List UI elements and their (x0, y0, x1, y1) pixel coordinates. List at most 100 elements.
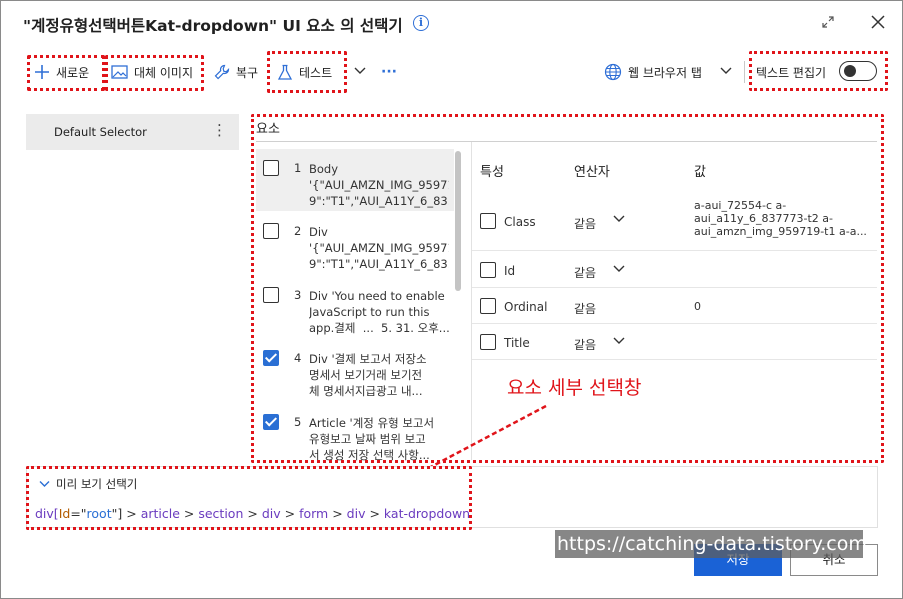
alt-image-button[interactable]: 대체 이미지 (111, 53, 193, 91)
elements-title: 요소 (256, 122, 280, 137)
element-text: Body '{"AUI_AMZN_IMG_95971 9":"T1","AUI_… (309, 162, 449, 208)
new-button[interactable]: 새로운 (34, 53, 89, 91)
property-row: Class 같음 a-aui_72554-c a- aui_a11y_6_837… (472, 191, 877, 251)
info-icon[interactable]: i (413, 15, 429, 31)
element-text: Div '결제 보고서 저장소 명세서 보기거래 보기전 체 명세서지급광고 내… (309, 352, 427, 398)
element-list-item[interactable]: 1 Body '{"AUI_AMZN_IMG_95971 9":"T1","AU… (256, 149, 454, 211)
attribute-column-header: 특성 (480, 165, 504, 180)
alt-image-label: 대체 이미지 (134, 65, 194, 80)
toggle-knob (844, 65, 856, 77)
chevron-down-icon[interactable] (612, 335, 626, 349)
path-segment: form (299, 506, 329, 521)
element-text: Div 'You need to enable JavaScript to ru… (309, 289, 449, 335)
toolbar: 새로운 대체 이미지 복구 테스트 ··· 웹 브라우저 탭 텍스트 편집기 (1, 53, 902, 91)
property-checkbox[interactable] (480, 213, 496, 229)
path-segment: kat-dropdown (383, 506, 471, 521)
title-bar: "계정유형선택버튼Kat-dropdown" UI 요소 의 선택기 i (1, 1, 902, 47)
property-name: Title (504, 336, 530, 350)
element-checkbox[interactable] (263, 350, 279, 366)
text-editor-label: 텍스트 편집기 (756, 65, 827, 80)
preview-header[interactable]: 미리 보기 선택기 (39, 476, 137, 492)
chevron-down-icon[interactable] (612, 263, 626, 277)
property-checkbox[interactable] (480, 262, 496, 278)
property-name: Id (504, 264, 516, 278)
path-separator: > (332, 506, 347, 521)
element-number: 3 (294, 288, 302, 302)
path-root-tag: div[ (35, 506, 59, 521)
repair-button[interactable]: 복구 (214, 53, 258, 91)
path-attr-eq: =" (70, 506, 87, 521)
element-checkbox[interactable] (263, 287, 279, 303)
test-dropdown-button[interactable] (353, 53, 367, 91)
element-number: 1 (294, 161, 302, 175)
property-checkbox[interactable] (480, 298, 496, 314)
element-number: 2 (294, 224, 302, 238)
value-column-header: 값 (694, 165, 706, 180)
annotation-label: 요소 세부 선택창 (507, 377, 642, 399)
preview-header-label: 미리 보기 선택기 (56, 477, 138, 491)
section-divider (256, 141, 877, 142)
test-label: 테스트 (299, 65, 333, 80)
element-number: 4 (294, 351, 302, 365)
flask-icon (277, 64, 293, 81)
dialog-title: "계정유형선택버튼Kat-dropdown" UI 요소 의 선택기 (23, 17, 403, 35)
path-segment: article (140, 506, 180, 521)
property-checkbox[interactable] (480, 334, 496, 350)
more-vertical-icon[interactable]: ⋮ (212, 121, 227, 139)
property-name: Ordinal (504, 300, 548, 314)
element-list-item[interactable]: 3 Div 'You need to enable JavaScript to … (256, 276, 454, 338)
path-attr-value: root (86, 506, 112, 521)
element-list-item[interactable]: 2 Div '{"AUI_AMZN_IMG_95971 9":"T1","AUI… (256, 212, 454, 274)
browser-tab-button[interactable]: 웹 브라우저 탭 (604, 53, 702, 91)
selector-list-item[interactable]: Default Selector ⋮ (26, 114, 239, 150)
path-separator: > (369, 506, 384, 521)
globe-icon (604, 63, 622, 81)
close-icon[interactable] (867, 11, 889, 33)
property-operator[interactable]: 같음 (574, 264, 596, 281)
property-row: Ordinal 같음 0 (472, 288, 877, 324)
operator-column-header: 연산자 (574, 165, 610, 180)
path-segment: div (261, 506, 281, 521)
watermark: https://catching-data.tistory.com (555, 530, 867, 558)
property-operator[interactable]: 같음 (574, 215, 596, 232)
element-checkbox[interactable] (263, 223, 279, 239)
wrench-icon (214, 64, 230, 80)
element-list-scrollbar[interactable] (455, 151, 461, 291)
selector-name: Default Selector (54, 125, 147, 139)
element-list-item[interactable]: 5 Article '계정 유형 보고서 유형보고 날짜 범위 보고 서 생성 … (256, 403, 454, 461)
chevron-down-icon (353, 65, 367, 79)
more-options-button[interactable]: ··· (381, 53, 397, 91)
property-operator[interactable]: 같음 (574, 336, 596, 353)
element-checkbox[interactable] (263, 414, 279, 430)
repair-label: 복구 (236, 65, 259, 80)
path-separator: > (247, 506, 262, 521)
element-text: Article '계정 유형 보고서 유형보고 날짜 범위 보고 서 생성 저장… (309, 416, 435, 461)
path-separator: > (126, 506, 141, 521)
element-list-item[interactable]: 4 Div '결제 보고서 저장소 명세서 보기거래 보기전 체 명세서지급광고… (256, 339, 454, 401)
new-button-label: 새로운 (56, 65, 90, 80)
element-checkbox[interactable] (263, 160, 279, 176)
property-value: a-aui_72554-c a- aui_a11y_6_837773-t2 a-… (694, 199, 867, 238)
path-segment: div (346, 506, 366, 521)
expand-icon[interactable] (821, 15, 837, 31)
property-name: Class (504, 215, 536, 229)
chevron-down-icon (719, 65, 733, 79)
text-editor-toggle[interactable] (839, 61, 877, 81)
chevron-down-icon[interactable] (612, 213, 626, 227)
path-separator: > (183, 506, 199, 521)
property-row: Title 같음 (472, 324, 877, 360)
preview-selector-path: div[Id="root"] > article > section > div… (35, 506, 470, 521)
path-attr-key: Id (58, 506, 71, 521)
element-text: Div '{"AUI_AMZN_IMG_95971 9":"T1","AUI_A… (309, 225, 449, 271)
plus-icon (34, 64, 50, 80)
browser-tab-label: 웹 브라우저 탭 (628, 65, 702, 80)
path-segment: section (198, 506, 244, 521)
browser-tab-dropdown[interactable] (719, 53, 733, 91)
property-operator: 같음 (574, 302, 597, 316)
property-row: Id 같음 (472, 252, 877, 288)
property-value: 0 (694, 300, 701, 313)
path-attr-close: "] (111, 506, 123, 521)
path-separator: > (284, 506, 300, 521)
test-button[interactable]: 테스트 (277, 53, 332, 91)
element-number: 5 (294, 415, 302, 429)
